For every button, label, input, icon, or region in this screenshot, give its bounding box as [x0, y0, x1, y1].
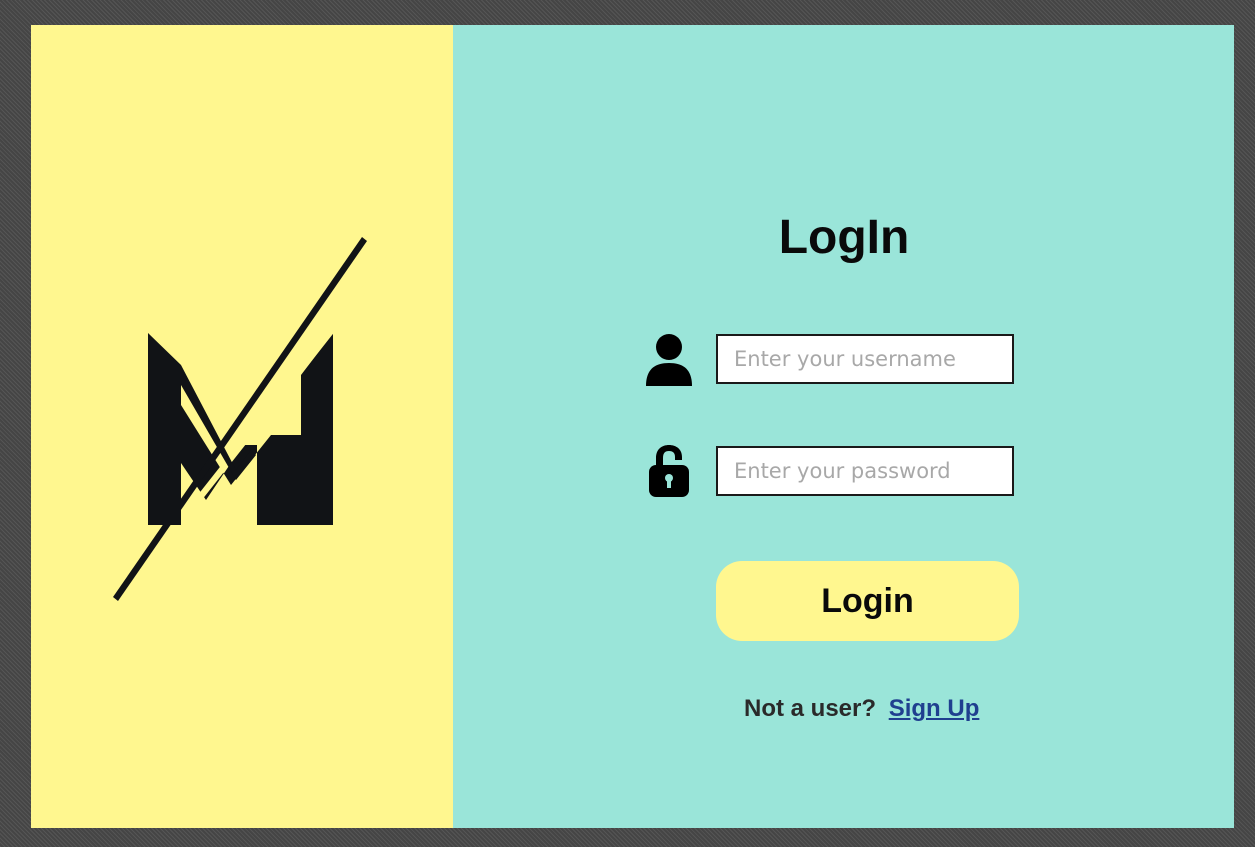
brand-panel: [31, 25, 453, 828]
username-row: [643, 331, 1014, 387]
login-card: [31, 25, 1234, 828]
user-icon: [643, 331, 695, 387]
username-field[interactable]: [716, 334, 1014, 384]
signup-prompt: Not a user?: [744, 695, 877, 722]
signup-link[interactable]: Sign Up: [889, 695, 980, 722]
brand-logo-icon: [111, 235, 411, 610]
page-title: LogIn: [778, 211, 910, 264]
lock-icon: [643, 443, 695, 499]
password-field[interactable]: [716, 446, 1014, 496]
password-row: [643, 443, 1014, 499]
login-button[interactable]: Login: [716, 561, 1019, 641]
